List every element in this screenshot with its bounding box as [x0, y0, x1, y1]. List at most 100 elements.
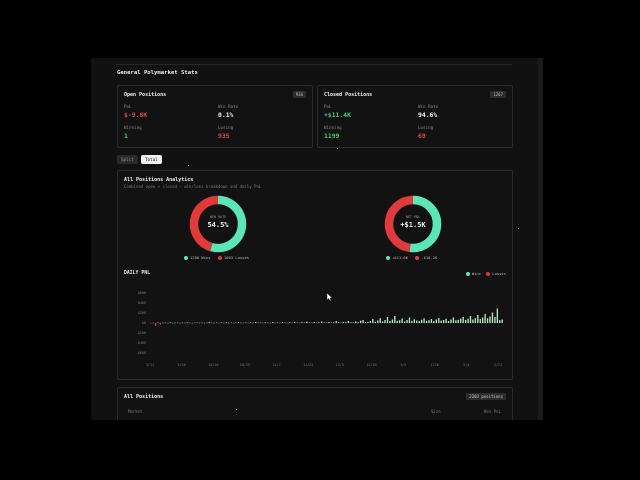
win-bar [272, 322, 274, 323]
y-tick-label: $400 [138, 301, 146, 305]
win-bar [352, 322, 354, 323]
win-bar [399, 320, 401, 323]
split-toggle[interactable]: Split [117, 155, 138, 164]
speck [337, 148, 338, 149]
win-bar [250, 322, 252, 323]
win-bar [464, 320, 467, 323]
win-rate-center-value: 54.5% [207, 221, 229, 229]
top-divider [116, 64, 512, 65]
closed-winning-value: 1199 [324, 132, 340, 140]
win-bar [318, 322, 320, 323]
win-bar [384, 320, 386, 323]
win-bar [486, 318, 489, 323]
x-tick-label: 10/25 [240, 363, 250, 367]
closed-pnl-value: +$11.4K [324, 111, 351, 119]
legend-negative: -$10.2K [421, 255, 438, 260]
win-bar [489, 316, 491, 323]
win-bar [425, 320, 428, 323]
loss-bar [150, 323, 152, 324]
win-bar [333, 322, 335, 323]
total-toggle[interactable]: Total [141, 155, 162, 164]
win-bar [467, 318, 469, 323]
x-tick-label: 1/5 [400, 363, 406, 367]
dashboard-page: General Polymarket Stats Open Positions … [91, 58, 543, 420]
win-bar [281, 322, 284, 323]
open-losing-label: Losing [218, 125, 234, 130]
daily-legend-losses: Losses [492, 271, 506, 276]
x-tick-label: 10/10 [208, 363, 218, 367]
win-bar [357, 322, 359, 323]
y-tick-label: $600 [138, 291, 146, 295]
win-bar [445, 318, 447, 323]
wins-dot-icon [465, 272, 470, 276]
win-bar [359, 320, 362, 323]
win-bar [323, 322, 325, 323]
win-bar [335, 321, 337, 323]
speck [236, 409, 237, 410]
win-bar [294, 321, 296, 323]
scrollbar[interactable] [538, 58, 543, 420]
x-tick-label: 11/22 [303, 363, 313, 367]
win-bar [394, 316, 396, 323]
win-bar [501, 319, 503, 323]
closed-losing-value: 68 [418, 132, 426, 140]
open-positions-card: Open Positions 936 PnL $-9.8K Win Rate 0… [117, 85, 313, 148]
win-bar [462, 317, 464, 323]
daily-pnl-legend: Wins Losses [465, 271, 506, 276]
win-bar [320, 321, 323, 323]
win-bar [416, 320, 418, 323]
wins-dot-icon [184, 256, 188, 260]
win-bar [408, 317, 411, 323]
win-bar [220, 322, 223, 323]
win-bar [379, 318, 381, 323]
win-bar [479, 319, 481, 323]
col-net-pnl-header[interactable]: Net PnL [484, 409, 501, 414]
win-bar [367, 321, 369, 323]
col-market-header[interactable]: Market [128, 409, 142, 414]
speck [518, 228, 519, 229]
win-bar [411, 321, 413, 323]
analytics-chart: $600 $400 $200 $0 -$200 -$400 -$600 3/11 3/26 10/… [136, 195, 504, 367]
win-bar [494, 317, 496, 323]
all-positions-title: All Positions [124, 394, 164, 400]
win-rate-center-label: WIN RATE [209, 215, 227, 219]
win-bar [484, 314, 486, 323]
x-tick-label: 3/26 [178, 363, 186, 367]
win-bar [433, 321, 435, 323]
open-losing-value: 935 [218, 132, 230, 140]
closed-winning-label: Winning [324, 125, 342, 130]
win-bar [377, 320, 379, 323]
losses-dot-icon [486, 272, 491, 276]
negative-dot-icon [415, 256, 420, 260]
win-bar [447, 321, 450, 323]
y-tick-label: -$200 [136, 331, 146, 335]
win-bar [452, 317, 455, 323]
win-bar [254, 322, 257, 323]
daily-pnl-title: DAILY PNL [124, 271, 150, 276]
open-winrate-value: 0.1% [218, 111, 234, 119]
win-bar [306, 321, 308, 323]
win-bar [457, 319, 459, 323]
win-bar [289, 322, 291, 323]
win-bar [438, 318, 440, 323]
net-pnl-center-label: NET PNL [405, 215, 421, 219]
legend-losses: 1003 Losses [223, 255, 250, 260]
win-bar [469, 316, 472, 323]
y-tick-label: $0 [142, 321, 146, 325]
closed-positions-count: 1267 [490, 91, 506, 98]
win-bar [208, 322, 210, 323]
open-winning-label: Winning [124, 125, 142, 130]
win-bar [430, 319, 433, 323]
win-bar [374, 321, 376, 323]
win-bar [496, 308, 499, 323]
loss-bar [159, 323, 162, 325]
open-pnl-label: PnL [124, 104, 132, 109]
analytics-card: All Positions Analytics Combined open + … [117, 170, 513, 380]
closed-positions-title: Closed Positions [324, 92, 373, 98]
col-size-header[interactable]: Size [431, 409, 441, 414]
closed-pnl-label: PnL [324, 104, 332, 109]
net-pnl-legend: +$11.6K -$10.2K [386, 255, 442, 260]
win-bar [186, 322, 188, 323]
legend-wins: 1200 Wins [190, 255, 211, 260]
win-bar [308, 322, 311, 323]
